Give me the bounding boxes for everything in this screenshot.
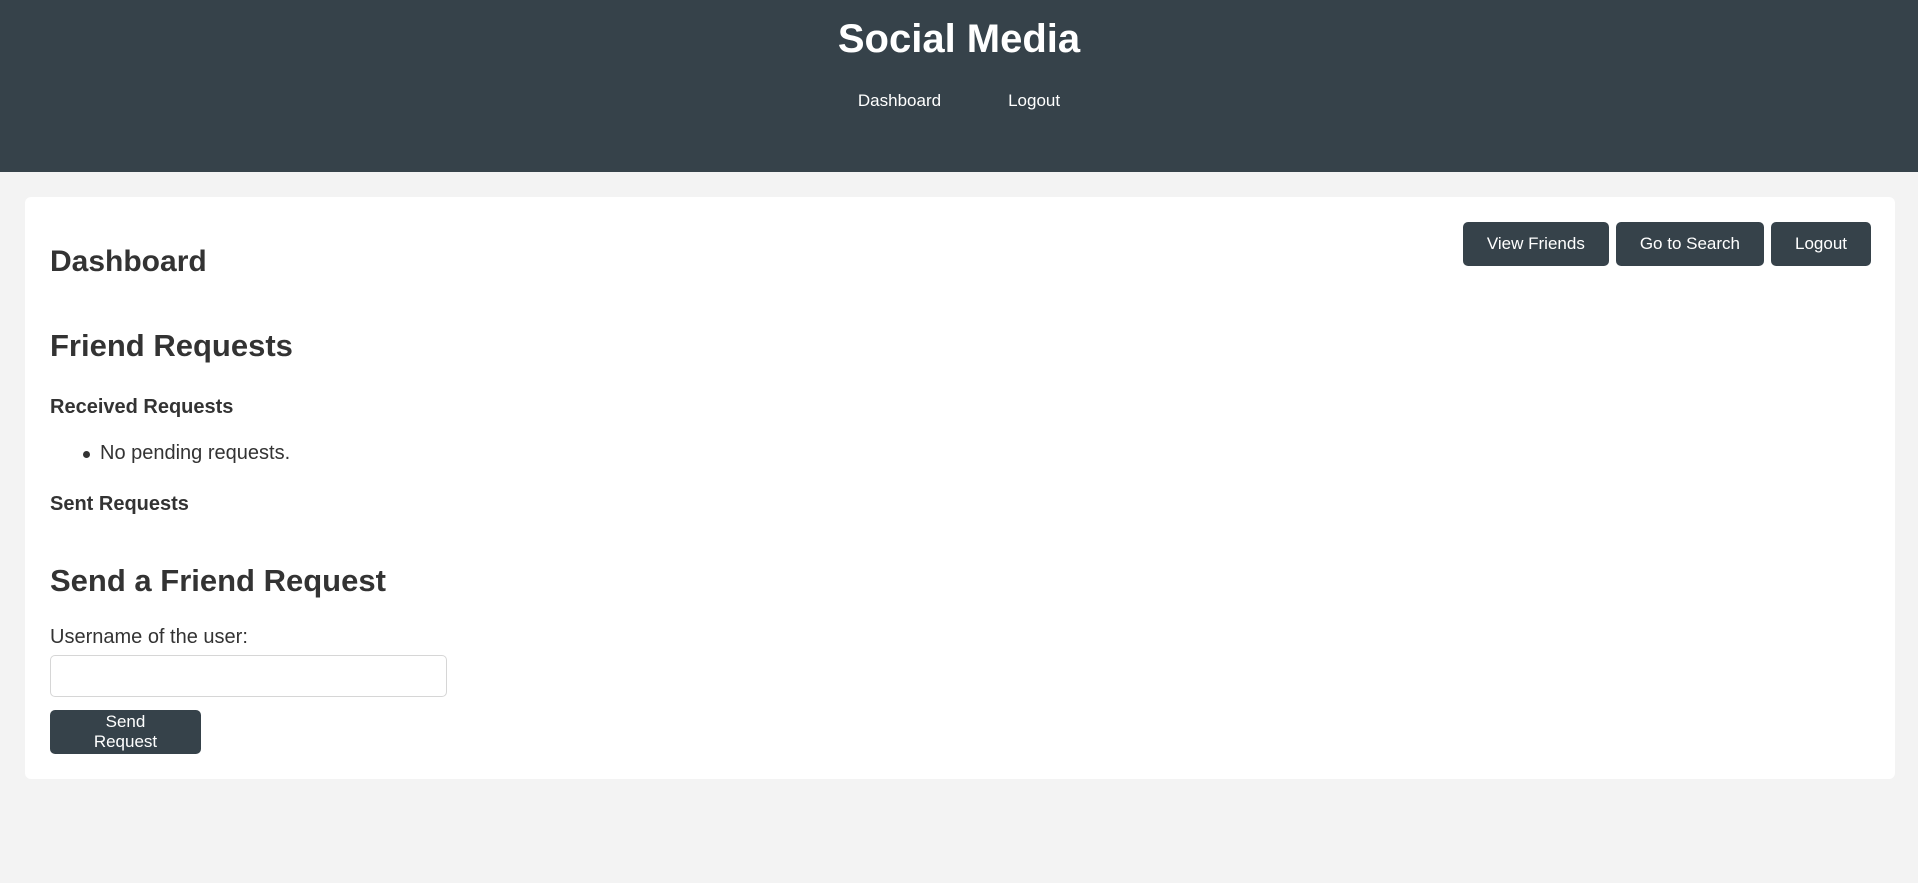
send-request-button[interactable]: Send Request (50, 710, 201, 754)
action-buttons: View Friends Go to Search Logout (1462, 222, 1871, 266)
username-input[interactable] (50, 655, 447, 697)
go-to-search-button[interactable]: Go to Search (1615, 222, 1764, 266)
page-title: Dashboard (50, 245, 207, 278)
view-friends-button[interactable]: View Friends (1462, 222, 1609, 266)
received-requests-heading: Received Requests (50, 396, 234, 418)
list-item-text: No pending requests. (100, 442, 291, 464)
send-friend-request-heading: Send a Friend Request (50, 563, 386, 598)
friend-requests-heading: Friend Requests (50, 328, 293, 363)
site-header: Social Media Dashboard Logout (0, 0, 1918, 172)
bullet-icon (83, 451, 90, 458)
dashboard-card: View Friends Go to Search Logout Dashboa… (25, 197, 1895, 779)
nav-dashboard-link[interactable]: Dashboard (858, 91, 941, 111)
received-requests-list: No pending requests. (50, 441, 290, 465)
site-title: Social Media (837, 17, 1081, 61)
username-label: Username of the user: (50, 626, 248, 648)
list-item: No pending requests. (50, 441, 290, 465)
nav-logout-link[interactable]: Logout (1008, 91, 1060, 111)
sent-requests-heading: Sent Requests (50, 493, 189, 515)
logout-button[interactable]: Logout (1771, 222, 1871, 266)
top-nav: Dashboard Logout (0, 91, 1918, 111)
